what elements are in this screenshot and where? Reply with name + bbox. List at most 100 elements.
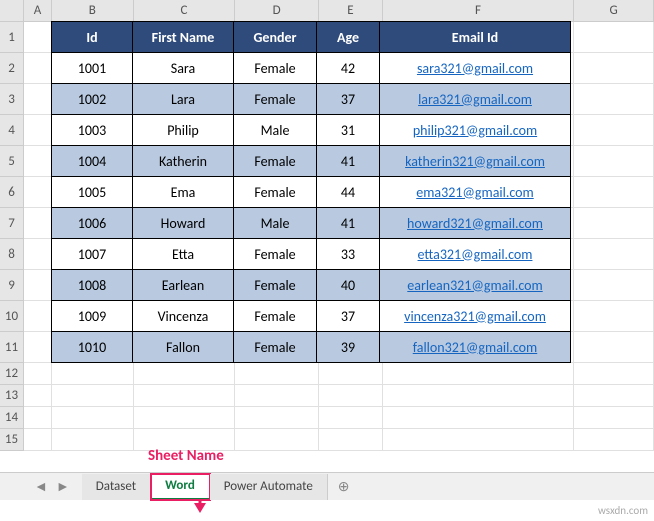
col-header-A[interactable]: A [24, 0, 52, 22]
cell-id[interactable]: 1008 [51, 269, 133, 301]
col-header-C[interactable]: C [134, 0, 236, 22]
cell-first-name[interactable]: Ema [132, 176, 234, 208]
col-header-E[interactable]: E [319, 0, 383, 22]
cell-age[interactable]: 40 [316, 269, 380, 301]
tab-scroll-right-icon[interactable]: ► [52, 478, 74, 495]
row-header-5[interactable]: 5 [0, 146, 24, 177]
cell-age[interactable]: 42 [316, 52, 380, 84]
row-header-7[interactable]: 7 [0, 208, 24, 239]
cell-email[interactable]: vincenza321@gmail.com [379, 300, 571, 332]
cell-gender[interactable]: Female [233, 145, 317, 177]
watermark: wsxdn.com [598, 504, 648, 517]
table-header-age[interactable]: Age [316, 21, 380, 53]
cell-gender[interactable]: Female [233, 300, 317, 332]
cell-id[interactable]: 1007 [51, 238, 133, 270]
table-header-email[interactable]: Email Id [379, 21, 571, 53]
table-header-gender[interactable]: Gender [233, 21, 317, 53]
sheet-tab-bar: ◄ ► Dataset Word Power Automate ⊕ [0, 472, 654, 500]
cell-first-name[interactable]: Howard [132, 207, 234, 239]
row-header-15[interactable]: 15 [0, 429, 24, 451]
cell-id[interactable]: 1002 [51, 83, 133, 115]
annotation-sheet-name: Sheet Name [148, 447, 224, 465]
cell-gender[interactable]: Female [233, 331, 317, 363]
cell-id[interactable]: 1001 [51, 52, 133, 84]
cell-email[interactable]: howard321@gmail.com [379, 207, 571, 239]
cell-gender[interactable]: Male [233, 114, 317, 146]
cell-age[interactable]: 41 [316, 207, 380, 239]
cell-gender[interactable]: Female [233, 83, 317, 115]
row-header-2[interactable]: 2 [0, 53, 24, 84]
cell-email[interactable]: earlean321@gmail.com [379, 269, 571, 301]
row-headers: 123456789101112131415 [0, 22, 24, 451]
cell-gender[interactable]: Female [233, 176, 317, 208]
row-header-14[interactable]: 14 [0, 407, 24, 429]
cell-first-name[interactable]: Etta [132, 238, 234, 270]
new-sheet-icon[interactable]: ⊕ [328, 478, 360, 495]
email-link[interactable]: fallon321@gmail.com [413, 339, 537, 356]
email-link[interactable]: earlean321@gmail.com [407, 277, 542, 294]
row-header-4[interactable]: 4 [0, 115, 24, 146]
row-header-3[interactable]: 3 [0, 84, 24, 115]
row-header-8[interactable]: 8 [0, 239, 24, 270]
email-link[interactable]: katherin321@gmail.com [405, 153, 545, 170]
table-header-id[interactable]: Id [51, 21, 133, 53]
cell-email[interactable]: fallon321@gmail.com [379, 331, 571, 363]
cell-id[interactable]: 1010 [51, 331, 133, 363]
cell-email[interactable]: philip321@gmail.com [379, 114, 571, 146]
table-header-first[interactable]: First Name [132, 21, 234, 53]
row-header-10[interactable]: 10 [0, 301, 24, 332]
row-header-13[interactable]: 13 [0, 385, 24, 407]
email-link[interactable]: lara321@gmail.com [418, 91, 532, 108]
email-link[interactable]: howard321@gmail.com [407, 215, 543, 232]
tab-scroll-left-icon[interactable]: ◄ [30, 478, 52, 495]
cell-age[interactable]: 41 [316, 145, 380, 177]
cell-email[interactable]: ema321@gmail.com [379, 176, 571, 208]
tab-power-automate[interactable]: Power Automate [210, 474, 328, 500]
cell-id[interactable]: 1009 [51, 300, 133, 332]
cell-age[interactable]: 39 [316, 331, 380, 363]
row-header-9[interactable]: 9 [0, 270, 24, 301]
cell-gender[interactable]: Female [233, 238, 317, 270]
cell-first-name[interactable]: Earlean [132, 269, 234, 301]
cell-email[interactable]: katherin321@gmail.com [379, 145, 571, 177]
select-all-corner[interactable] [0, 0, 24, 22]
cell-first-name[interactable]: Katherin [132, 145, 234, 177]
cell-age[interactable]: 31 [316, 114, 380, 146]
cell-id[interactable]: 1005 [51, 176, 133, 208]
cell-first-name[interactable]: Philip [132, 114, 234, 146]
col-header-D[interactable]: D [235, 0, 319, 22]
row-header-12[interactable]: 12 [0, 363, 24, 385]
cell-id[interactable]: 1003 [51, 114, 133, 146]
tab-word[interactable]: Word [151, 474, 210, 500]
email-link[interactable]: ema321@gmail.com [416, 184, 533, 201]
cell-gender[interactable]: Female [233, 269, 317, 301]
cell-email[interactable]: lara321@gmail.com [379, 83, 571, 115]
cell-gender[interactable]: Male [233, 207, 317, 239]
row-header-11[interactable]: 11 [0, 332, 24, 363]
row-header-1[interactable]: 1 [0, 22, 24, 53]
email-link[interactable]: philip321@gmail.com [413, 122, 537, 139]
cell-gender[interactable]: Female [233, 52, 317, 84]
cell-email[interactable]: etta321@gmail.com [379, 238, 571, 270]
cell-first-name[interactable]: Fallon [132, 331, 234, 363]
cell-id[interactable]: 1006 [51, 207, 133, 239]
email-link[interactable]: sara321@gmail.com [417, 60, 533, 77]
cell-first-name[interactable]: Vincenza [132, 300, 234, 332]
row-header-6[interactable]: 6 [0, 177, 24, 208]
cell-email[interactable]: sara321@gmail.com [379, 52, 571, 84]
col-header-B[interactable]: B [52, 0, 134, 22]
column-headers: A B C D E F G [24, 0, 654, 22]
cell-age[interactable]: 33 [316, 238, 380, 270]
cell-age[interactable]: 44 [316, 176, 380, 208]
cell-age[interactable]: 37 [316, 300, 380, 332]
cell-id[interactable]: 1004 [51, 145, 133, 177]
col-header-G[interactable]: G [574, 0, 654, 22]
col-header-F[interactable]: F [383, 0, 574, 22]
cell-first-name[interactable]: Sara [132, 52, 234, 84]
cell-first-name[interactable]: Lara [132, 83, 234, 115]
cell-age[interactable]: 37 [316, 83, 380, 115]
data-table: Id First Name Gender Age Email Id 1001Sa… [24, 22, 571, 363]
tab-dataset[interactable]: Dataset [82, 474, 151, 500]
email-link[interactable]: vincenza321@gmail.com [404, 308, 546, 325]
email-link[interactable]: etta321@gmail.com [418, 246, 533, 263]
